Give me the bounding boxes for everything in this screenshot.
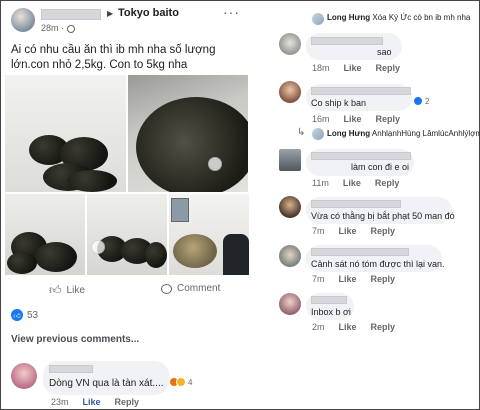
comment-reaction-count: 2 bbox=[425, 96, 430, 106]
post-text: Ai có nhu cầu ăn thì ib mh nha số lượng … bbox=[11, 44, 216, 71]
commenter-avatar[interactable] bbox=[279, 149, 301, 171]
comment-like-link[interactable]: Like bbox=[344, 63, 362, 73]
thumbs-up-outline-icon: 👍︎ bbox=[49, 283, 62, 297]
reply-author-name[interactable]: Long Hưng bbox=[327, 13, 370, 22]
comment-reply-link[interactable]: Reply bbox=[371, 274, 396, 284]
view-previous-comments[interactable]: View previous comments... bbox=[11, 334, 139, 345]
group-name[interactable]: Tokyo baito bbox=[118, 7, 179, 19]
post-author-name-redacted[interactable] bbox=[41, 9, 101, 20]
comment-time[interactable]: 7m bbox=[312, 274, 325, 284]
post-time-text[interactable]: 28m bbox=[41, 23, 59, 33]
turtle-shape bbox=[145, 242, 167, 268]
comment-reply-link[interactable]: Reply bbox=[115, 397, 140, 407]
haha-reaction-icon bbox=[176, 377, 186, 387]
person bbox=[223, 234, 249, 275]
comment-text: sao bbox=[377, 47, 392, 57]
comment-text: làm con đi e oi bbox=[351, 162, 410, 172]
turtle-shape bbox=[35, 242, 77, 272]
comment-like-link[interactable]: Like bbox=[339, 274, 357, 284]
commenter-avatar[interactable] bbox=[279, 245, 301, 267]
comment-label: Comment bbox=[177, 283, 221, 294]
like-label: Like bbox=[66, 285, 85, 296]
comment-reactions[interactable]: 2 bbox=[413, 96, 429, 106]
comment-text: Dòng VN qua là tàn xát.... bbox=[49, 378, 164, 389]
comment-time[interactable]: 18m bbox=[312, 63, 330, 73]
photo-3[interactable] bbox=[5, 194, 85, 275]
commenter-avatar[interactable] bbox=[279, 81, 301, 103]
commenter-avatar[interactable] bbox=[11, 363, 37, 389]
like-reaction-icon: 👍︎ bbox=[11, 309, 23, 321]
comment-meta: 16m Like Reply bbox=[312, 114, 400, 124]
commenter-name-redacted[interactable] bbox=[311, 200, 401, 208]
image-spot bbox=[208, 157, 222, 171]
reply-preview-text: AnhlạnhHùng LâmlúcAnhlýlợm c... bbox=[371, 129, 480, 138]
comment-like-link[interactable]: Like bbox=[83, 397, 101, 407]
reply-header-1[interactable]: Long Hưng Xóa Ký Ức có bn ib mh nha bbox=[327, 13, 470, 22]
photo-5[interactable] bbox=[169, 194, 249, 275]
share-arrow-icon: ▶ bbox=[107, 9, 114, 18]
comment-meta: 23m Like Reply bbox=[51, 397, 139, 407]
comment-meta: 7m Like Reply bbox=[312, 226, 395, 236]
commenter-avatar[interactable] bbox=[279, 196, 301, 218]
photo-4[interactable] bbox=[87, 194, 167, 275]
comment-reply-link[interactable]: Reply bbox=[371, 226, 396, 236]
comment-like-link[interactable]: Like bbox=[339, 322, 357, 332]
comment-text: Cảnh sát nó tóm được thì lại van. bbox=[311, 259, 445, 269]
turtle-held bbox=[173, 234, 217, 268]
post-author-avatar[interactable] bbox=[11, 8, 35, 32]
commenter-avatar[interactable] bbox=[279, 293, 301, 315]
like-reaction-icon bbox=[413, 96, 423, 106]
post-reactions[interactable]: 👍︎ 53 bbox=[11, 309, 38, 321]
comment-like-link[interactable]: Like bbox=[344, 114, 362, 124]
comment-time[interactable]: 16m bbox=[312, 114, 330, 124]
comment-action[interactable]: Comment bbox=[161, 283, 220, 294]
commenter-name-redacted[interactable] bbox=[311, 37, 383, 45]
comment-meta: 18m Like Reply bbox=[312, 63, 400, 73]
comment-text: Co ship k ban bbox=[311, 98, 367, 108]
comment-reaction-count: 4 bbox=[188, 377, 193, 387]
comment-bubble-icon bbox=[161, 283, 172, 294]
comment-like-link[interactable]: Like bbox=[343, 178, 361, 188]
photo-2[interactable] bbox=[128, 75, 248, 192]
separator-dot: · bbox=[61, 23, 65, 33]
commenter-name-redacted[interactable] bbox=[311, 296, 347, 304]
comment-meta: 11m Like Reply bbox=[312, 178, 399, 188]
like-action[interactable]: 👍︎ Like bbox=[49, 283, 85, 298]
comment-time[interactable]: 7m bbox=[312, 226, 325, 236]
reply-preview-text: Xóa Ký Ức có bn ib mh nha bbox=[372, 13, 471, 22]
comment-like-link[interactable]: Like bbox=[339, 226, 357, 236]
reply-arrow-icon: ↳ bbox=[297, 127, 306, 138]
comment-reply-link[interactable]: Reply bbox=[371, 322, 396, 332]
comment-reply-link[interactable]: Reply bbox=[376, 114, 401, 124]
comment-time[interactable]: 2m bbox=[312, 322, 325, 332]
comment-time[interactable]: 11m bbox=[312, 178, 329, 188]
reaction-count: 53 bbox=[27, 309, 39, 321]
turtle-shape bbox=[7, 252, 37, 274]
reply-author-avatar[interactable] bbox=[312, 128, 324, 140]
turtle-shape bbox=[67, 170, 117, 192]
commenter-avatar[interactable] bbox=[279, 33, 301, 55]
comment-meta: 7m Like Reply bbox=[312, 274, 395, 284]
turtle-shape bbox=[136, 97, 248, 192]
reply-author-avatar[interactable] bbox=[312, 13, 324, 25]
comment-text: Inbox b ơi bbox=[311, 307, 351, 317]
comment-reactions[interactable]: 4 bbox=[169, 377, 192, 387]
comment-meta: 2m Like Reply bbox=[312, 322, 395, 332]
comment-time[interactable]: 23m bbox=[51, 397, 69, 407]
more-options-icon[interactable]: ··· bbox=[223, 4, 240, 20]
window bbox=[171, 198, 189, 222]
comment-reply-link[interactable]: Reply bbox=[375, 178, 400, 188]
privacy-globe-icon bbox=[66, 24, 75, 33]
commenter-name-redacted[interactable] bbox=[311, 248, 409, 256]
commenter-name-redacted[interactable] bbox=[311, 87, 411, 95]
reply-header-2[interactable]: Long Hưng AnhlạnhHùng LâmlúcAnhlýlợm c..… bbox=[327, 129, 480, 138]
comment-reply-link[interactable]: Reply bbox=[376, 63, 401, 73]
commenter-name-redacted[interactable] bbox=[311, 152, 411, 160]
commenter-name-redacted[interactable] bbox=[49, 365, 93, 373]
reply-author-name[interactable]: Long Hưng bbox=[327, 129, 370, 138]
image-spot bbox=[91, 240, 105, 254]
photo-1[interactable] bbox=[5, 75, 126, 192]
post-time[interactable]: 28m · bbox=[41, 23, 75, 33]
comment-text: Vừa có thằng bị bắt phạt 50 man đó bbox=[311, 211, 455, 221]
